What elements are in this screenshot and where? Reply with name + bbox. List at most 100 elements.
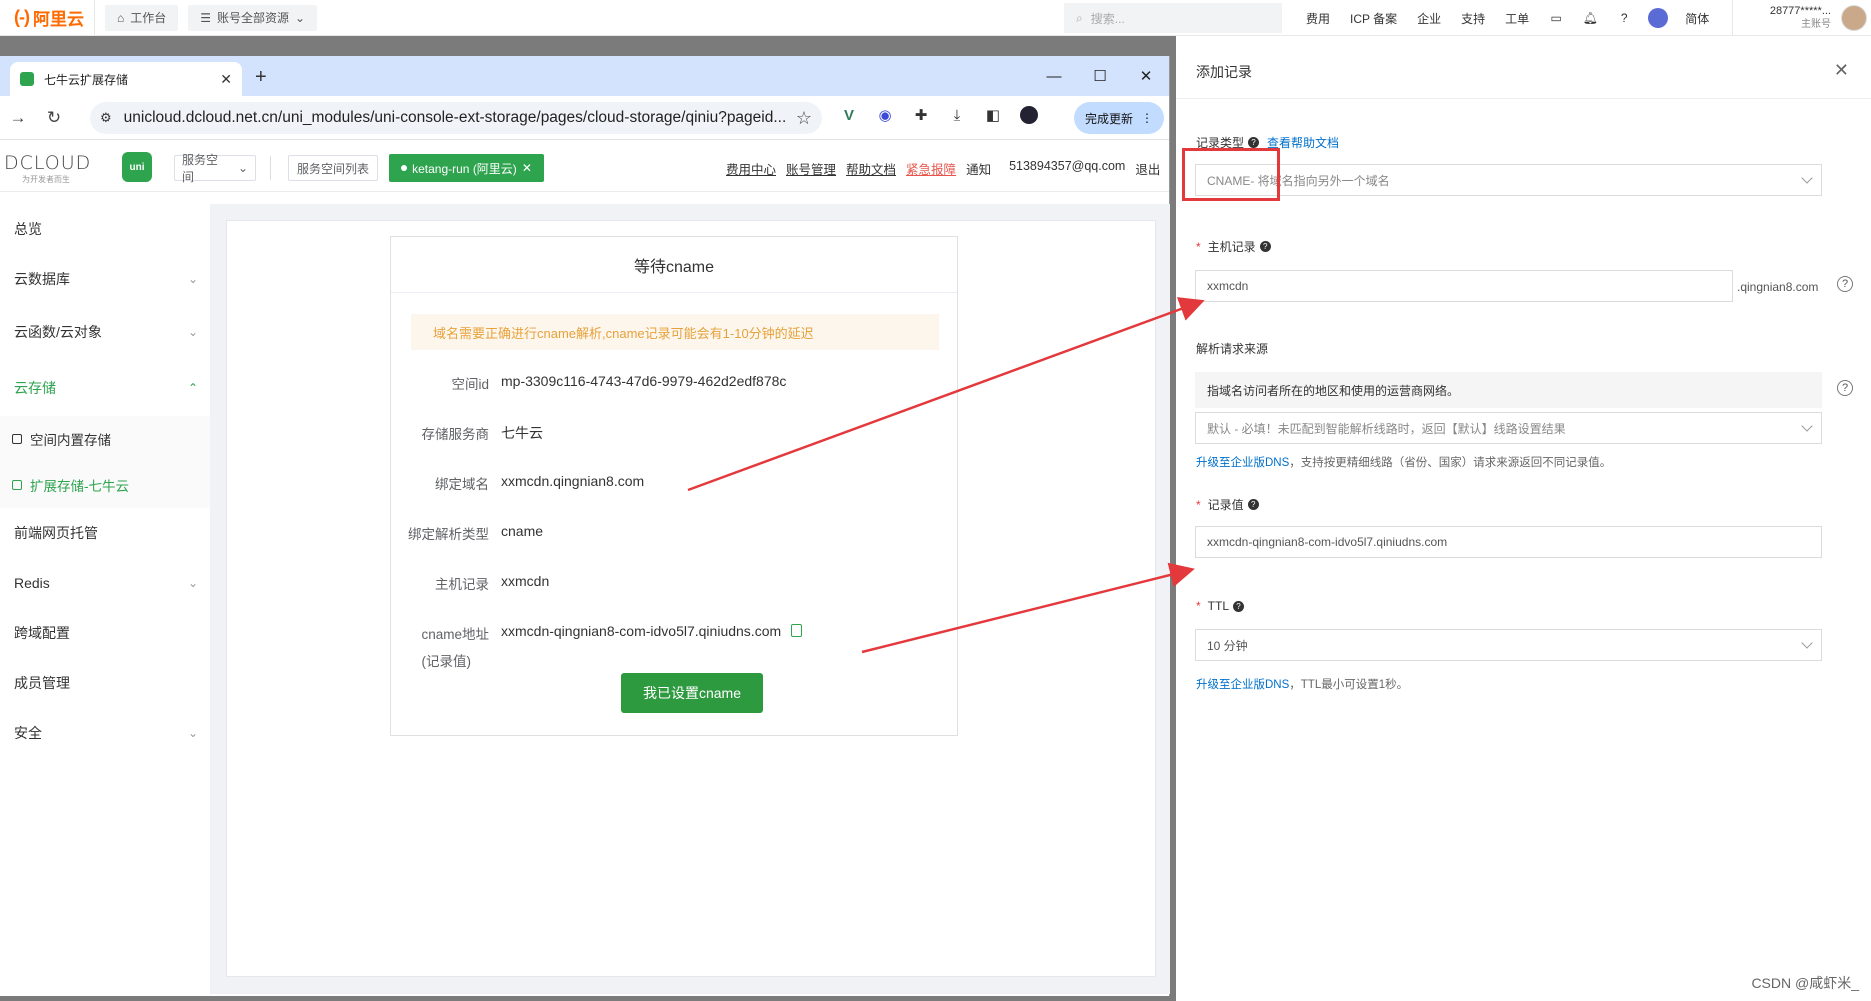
input-value: xxmcdn xyxy=(1207,279,1249,293)
link-icp[interactable]: ICP 备案 xyxy=(1340,10,1407,27)
row-resolve-type: 绑定解析类型 cname xyxy=(391,523,959,543)
sidebar-item-storage[interactable]: 云存储 ⌃ xyxy=(0,360,210,416)
sidebar-item-label: 空间内置存储 xyxy=(30,433,111,448)
nav-billing[interactable]: 费用中心 xyxy=(726,159,776,178)
close-icon[interactable]: ✕ xyxy=(522,161,532,175)
upgrade-link[interactable]: 升级至企业版DNS xyxy=(1196,679,1289,691)
sidepanel-icon[interactable]: ◧ xyxy=(982,104,1004,126)
minimize-icon[interactable]: — xyxy=(1031,56,1077,96)
sidebar-item-database[interactable]: 云数据库 ⌄ xyxy=(0,254,210,304)
resources-dropdown[interactable]: ☰ 账号全部资源 ⌄ xyxy=(188,4,318,31)
vue-devtools-icon[interactable]: V xyxy=(838,104,860,126)
link-ticket[interactable]: 工单 xyxy=(1495,10,1539,27)
puzzle-icon[interactable]: ✚ xyxy=(910,104,932,126)
service-space-select[interactable]: 服务空间 ⌄ xyxy=(174,153,256,184)
avatar[interactable] xyxy=(1841,5,1867,31)
workbench-button[interactable]: ⌂ 工作台 xyxy=(105,4,179,31)
upgrade-link[interactable]: 升级至企业版DNS xyxy=(1196,457,1289,469)
sidebar-item-label: Redis xyxy=(14,575,50,591)
language-switch[interactable]: 简体 xyxy=(1675,10,1719,27)
confirm-cname-button[interactable]: 我已设置cname xyxy=(621,673,763,713)
record-value-input[interactable]: xxmcdn-qingnian8-com-idvo5l7.qiniudns.co… xyxy=(1195,526,1822,558)
assistant-icon[interactable] xyxy=(1641,0,1675,36)
user-email[interactable]: 513894357@qq.com xyxy=(1009,159,1125,178)
site-settings-icon[interactable]: ⚙ xyxy=(100,110,112,126)
record-type-select[interactable]: CNAME- 将域名指向另外一个域名 xyxy=(1195,164,1822,196)
close-icon[interactable]: ✕ xyxy=(1834,60,1849,81)
sidebar-item-label: 云函数/云对象 xyxy=(14,324,102,340)
space-list-button[interactable]: 服务空间列表 xyxy=(288,155,378,181)
user-menu[interactable]: 28777*****... 主账号 xyxy=(1732,0,1871,36)
extension-face-icon[interactable]: ◉ xyxy=(874,104,896,126)
chevron-down-icon: ⌄ xyxy=(295,10,306,25)
nav-logout[interactable]: 退出 xyxy=(1135,159,1160,178)
row-value: xxmcdn.qingnian8.com xyxy=(501,473,645,489)
row-space-id: 空间id mp-3309c116-4743-47d6-9979-462d2edf… xyxy=(391,373,959,393)
profile-icon[interactable] xyxy=(1018,104,1040,126)
link-enterprise[interactable]: 企业 xyxy=(1407,10,1451,27)
upgrade-note-2: 升级至企业版DNS，TTL最小可设置1秒。 xyxy=(1196,676,1408,692)
sidebar-item-cors[interactable]: 跨域配置 xyxy=(0,608,210,658)
bookmark-star-icon[interactable]: ☆ xyxy=(796,108,812,129)
nav-docs[interactable]: 帮助文档 xyxy=(846,159,896,178)
terminal-icon[interactable]: ▭ xyxy=(1539,0,1573,36)
host-label: * 主机记录 ? xyxy=(1196,238,1271,255)
aliyun-search-input[interactable]: ⌕ 搜索... xyxy=(1064,3,1282,33)
nav-report[interactable]: 紧急报障 xyxy=(906,159,956,178)
user-name: 28777*****... 主账号 xyxy=(1741,4,1831,32)
sidebar-item-label: 安全 xyxy=(14,725,42,741)
sidebar-item-qiniu-storage[interactable]: 扩展存储-七牛云 xyxy=(0,462,210,508)
row-label: 空间id xyxy=(451,377,489,392)
update-button[interactable]: 完成更新 ⋮ xyxy=(1074,102,1164,134)
ttl-select[interactable]: 10 分钟 xyxy=(1195,629,1822,661)
sidebar-item-members[interactable]: 成员管理 xyxy=(0,658,210,708)
help-icon[interactable]: ? xyxy=(1259,241,1271,252)
nav-account[interactable]: 账号管理 xyxy=(786,159,836,178)
help-icon[interactable]: ? xyxy=(1247,499,1259,510)
sidebar-item-redis[interactable]: Redis ⌄ xyxy=(0,558,210,608)
copy-icon[interactable] xyxy=(791,624,803,637)
sidebar-item-overview[interactable]: 总览 xyxy=(0,204,210,254)
help-icon[interactable]: ? xyxy=(1607,0,1641,36)
host-input[interactable]: xxmcdn xyxy=(1195,270,1733,302)
link-billing[interactable]: 费用 xyxy=(1296,10,1340,27)
link-support[interactable]: 支持 xyxy=(1451,10,1495,27)
storage-icon xyxy=(12,480,22,490)
sidebar-item-label: 扩展存储-七牛云 xyxy=(30,479,129,494)
help-icon[interactable]: ? xyxy=(1233,600,1245,612)
cname-dialog: 等待cname 域名需要正确进行cname解析,cname记录可能会有1-10分… xyxy=(390,236,958,736)
workbench-label: 工作台 xyxy=(130,11,167,25)
reload-icon[interactable]: ↻ xyxy=(36,108,72,128)
new-tab-icon[interactable]: + xyxy=(255,66,267,89)
aliyun-logo-text: 阿里云 xyxy=(32,10,84,29)
forward-icon[interactable]: → xyxy=(0,108,36,128)
active-space-chip[interactable]: ketang-run (阿里云) ✕ xyxy=(389,154,544,182)
nav-notice[interactable]: 通知 xyxy=(966,159,991,178)
question-icon[interactable]: ? xyxy=(1837,380,1853,396)
sidebar-item-functions[interactable]: 云函数/云对象 ⌄ xyxy=(0,304,210,360)
question-icon[interactable]: ? xyxy=(1837,276,1853,292)
close-tab-icon[interactable]: ✕ xyxy=(220,71,232,88)
close-window-icon[interactable]: ✕ xyxy=(1123,56,1169,96)
storage-icon xyxy=(12,434,22,444)
source-select[interactable]: 默认 - 必填！未匹配到智能解析线路时，返回【默认】线路设置结果 xyxy=(1195,412,1822,444)
bell-icon[interactable]: 🔔︎ xyxy=(1573,0,1607,36)
browser-tab[interactable]: 七牛云扩展存储 ✕ xyxy=(10,62,242,96)
confirm-label: 我已设置cname xyxy=(642,685,742,701)
dcloud-logo[interactable]: DCLOUD 为开发者而生 xyxy=(4,152,96,185)
watermark: CSDN @咸虾米_ xyxy=(1751,975,1859,991)
row-label: 绑定解析类型 xyxy=(408,527,489,542)
sidebar-item-builtin-storage[interactable]: 空间内置存储 xyxy=(0,416,210,462)
maximize-icon[interactable]: ☐ xyxy=(1077,56,1123,96)
search-placeholder: 搜索... xyxy=(1090,11,1125,26)
aliyun-logo[interactable]: (-) 阿里云 xyxy=(0,0,95,36)
address-bar[interactable]: ⚙ unicloud.dcloud.net.cn/uni_modules/uni… xyxy=(90,102,822,134)
help-icon[interactable]: ? xyxy=(1248,137,1260,148)
status-dot-icon xyxy=(401,165,408,171)
sidebar-item-hosting[interactable]: 前端网页托管 xyxy=(0,508,210,558)
sidebar-item-security[interactable]: 安全 ⌄ xyxy=(0,708,210,758)
source-info: 指域名访问者所在的地区和使用的运营商网络。 xyxy=(1195,372,1822,408)
sidebar-item-label: 成员管理 xyxy=(14,675,70,691)
upgrade-note-1: 升级至企业版DNS，支持按更精细线路（省份、国家）请求来源返回不同记录值。 xyxy=(1196,454,1611,470)
download-icon[interactable]: ⤓ xyxy=(946,104,968,126)
